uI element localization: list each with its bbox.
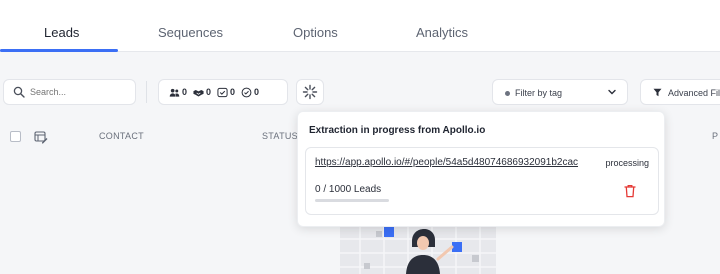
tag-dot-icon — [505, 91, 510, 96]
inbox-icon — [217, 87, 228, 97]
chevron-down-icon — [608, 89, 616, 95]
empty-state-illustration — [340, 225, 496, 274]
funnel-icon — [653, 88, 662, 97]
extraction-popup: Extraction in progress from Apollo.io ht… — [297, 111, 665, 227]
job-progress-bar — [315, 199, 389, 202]
inbox-counter[interactable]: 0 — [217, 87, 235, 98]
spinner-icon — [302, 84, 318, 100]
check-circle-icon — [241, 87, 252, 97]
search-input[interactable] — [30, 84, 130, 100]
filter-by-tag-label: Filter by tag — [515, 88, 563, 98]
inbox-count: 0 — [230, 87, 236, 97]
search-icon — [13, 86, 25, 98]
job-lead-count: 0 / 1000 Leads — [315, 184, 382, 195]
handshake-count: 0 — [206, 87, 212, 97]
lead-counters: 0 0 0 0 — [158, 79, 288, 105]
people-counter[interactable]: 0 — [169, 87, 187, 98]
toolbar-divider — [146, 81, 147, 103]
tab-leads[interactable]: Leads — [44, 25, 79, 40]
popup-title: Extraction in progress from Apollo.io — [309, 125, 486, 136]
extraction-job-card: https://app.apollo.io/#/people/54a5d4807… — [305, 147, 659, 215]
job-status-label: processing — [605, 158, 649, 168]
filter-by-tag-select[interactable]: Filter by tag — [492, 79, 628, 105]
bulk-edit-icon[interactable] — [34, 130, 48, 144]
check-count: 0 — [254, 87, 260, 97]
select-all-checkbox[interactable] — [10, 131, 21, 142]
handshake-counter[interactable]: 0 — [193, 87, 211, 98]
handshake-icon — [193, 89, 204, 96]
job-url-link[interactable]: https://app.apollo.io/#/people/54a5d4807… — [315, 157, 578, 168]
top-tab-bar: Leads Sequences Options Analytics — [0, 0, 720, 52]
advanced-filter-button[interactable]: Advanced Filt — [640, 79, 720, 105]
advanced-filter-label: Advanced Filt — [668, 88, 720, 98]
tab-options[interactable]: Options — [293, 25, 338, 40]
leads-panel: 0 0 0 0 — [0, 53, 720, 274]
search-box[interactable] — [3, 79, 136, 105]
tab-analytics[interactable]: Analytics — [416, 25, 468, 40]
trash-icon[interactable] — [624, 184, 636, 198]
extraction-button[interactable] — [296, 79, 324, 105]
column-contact[interactable]: CONTACT — [99, 131, 144, 141]
tab-sequences[interactable]: Sequences — [158, 25, 223, 40]
column-p[interactable]: P — [712, 131, 718, 141]
column-status[interactable]: STATUS — [262, 131, 298, 141]
people-count: 0 — [182, 87, 188, 97]
active-tab-indicator — [0, 49, 118, 52]
check-counter[interactable]: 0 — [241, 87, 259, 98]
people-icon — [169, 88, 180, 97]
